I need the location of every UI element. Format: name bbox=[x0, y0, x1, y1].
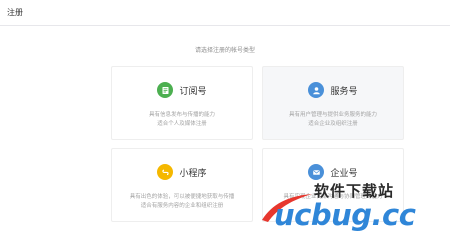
watermark-en-text: ucbug.cc bbox=[274, 198, 416, 232]
card-header: 订阅号 bbox=[112, 81, 252, 99]
desc-line: 适合个人及媒体注册 bbox=[157, 121, 207, 127]
subscription-account-card[interactable]: 订阅号 具有信息发布与传播的能力 适合个人及媒体注册 bbox=[111, 66, 253, 140]
desc-line: 具有信息发布与传播的能力 bbox=[148, 112, 215, 118]
card-description: 具有信息发布与传播的能力 适合个人及媒体注册 bbox=[120, 111, 244, 129]
card-description: 具有出色的体验，可以被便捷地获取与传播 适合有服务内容的企业和组织注册 bbox=[120, 193, 244, 211]
desc-line: 具有用户管理与提供业务服务的能力 bbox=[288, 112, 377, 118]
card-title: 订阅号 bbox=[179, 86, 207, 97]
service-account-card[interactable]: 服务号 具有用户管理与提供业务服务的能力 适合企业及组织注册 bbox=[262, 66, 404, 140]
site-watermark: 软件下载站 ucbug.cc bbox=[258, 176, 448, 250]
user-icon bbox=[308, 82, 325, 98]
desc-line: 适合企业及组织注册 bbox=[308, 121, 358, 127]
mini-program-card[interactable]: 小程序 具有出色的体验，可以被便捷地获取与传播 适合有服务内容的企业和组织注册 bbox=[111, 148, 253, 222]
miniprogram-icon bbox=[157, 164, 174, 180]
account-type-prompt: 请选择注册的帐号类型 bbox=[194, 47, 255, 54]
top-bar: 注册 bbox=[0, 0, 450, 26]
card-title: 服务号 bbox=[330, 86, 358, 97]
desc-line: 适合有服务内容的企业和组织注册 bbox=[140, 203, 224, 209]
card-description: 具有用户管理与提供业务服务的能力 适合企业及组织注册 bbox=[271, 111, 395, 129]
page-title: 注册 bbox=[7, 8, 23, 17]
card-header: 服务号 bbox=[263, 81, 403, 99]
document-icon bbox=[157, 82, 174, 98]
card-title: 小程序 bbox=[179, 168, 207, 179]
card-header: 小程序 bbox=[112, 163, 252, 181]
desc-line: 具有出色的体验，可以被便捷地获取与传播 bbox=[129, 194, 235, 200]
